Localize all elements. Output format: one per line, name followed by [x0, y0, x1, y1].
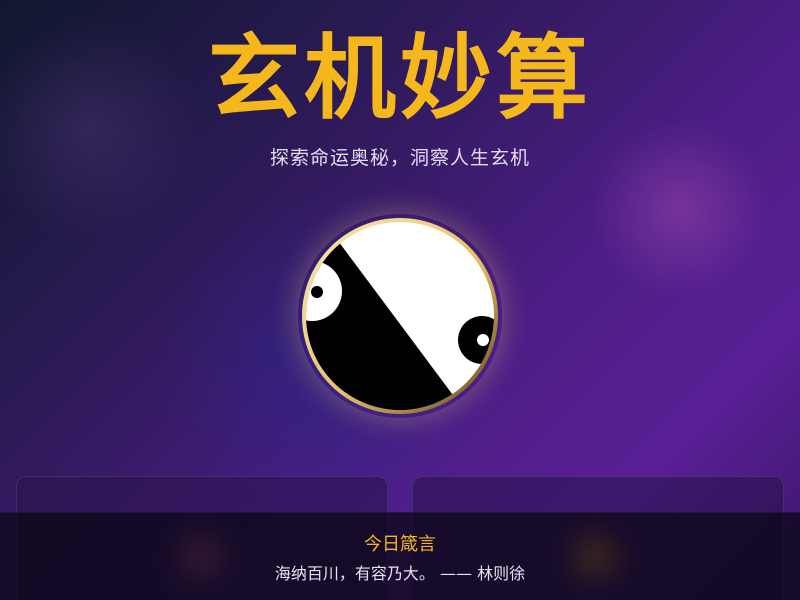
daily-quote-bar: 今日箴言 海纳百川，有容乃大。 —— 林则徐 [0, 512, 800, 600]
daily-quote-text: 海纳百川，有容乃大。 —— 林则徐 [274, 564, 526, 583]
page-title: 玄机妙算 [207, 25, 592, 132]
page-subtitle: 探索命运奥秘，洞察人生玄机 [269, 147, 530, 169]
yin-yang-icon[interactable] [298, 214, 502, 418]
daily-quote-label: 今日箴言 [364, 534, 436, 555]
page: { "header": { "title": "玄机妙算", "subtitle… [0, 0, 800, 600]
